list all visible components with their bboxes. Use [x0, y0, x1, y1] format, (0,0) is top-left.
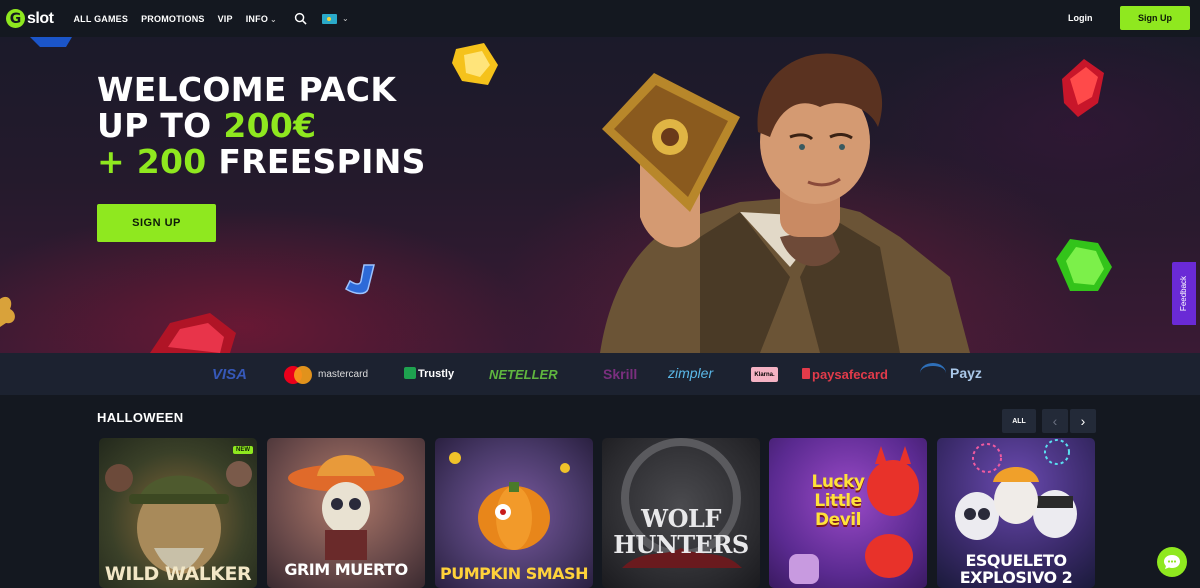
game-card-wild-walker[interactable]: NEW WILD WALKER — [99, 438, 257, 588]
zimpler-logo: zimpler — [668, 365, 714, 381]
game-card-pumpkin-smash[interactable]: PUMPKIN SMASH — [435, 438, 593, 588]
signup-button-header[interactable]: Sign Up — [1120, 6, 1190, 30]
nav-info-label: INFO — [245, 13, 269, 24]
kazakhstan-flag-icon — [321, 13, 337, 24]
headline-freespins-label: FREESPINS — [206, 142, 426, 181]
logo-text: slot — [27, 9, 54, 27]
site-logo[interactable]: G slot — [6, 9, 54, 28]
headline-line-1: WELCOME PACK — [97, 70, 397, 109]
explorer-character-illustration — [600, 53, 970, 353]
game-card-grim-muerto[interactable]: GRIM MUERTO — [267, 438, 425, 588]
feedback-tab[interactable]: Feedback — [1172, 262, 1196, 325]
paysafecard-logo: paysafecard — [812, 367, 888, 382]
headline-line-2: UP TO 200€ — [97, 108, 426, 144]
klarna-logo: Klarna. — [751, 367, 778, 382]
live-chat-button[interactable] — [1157, 547, 1187, 577]
logo-g-icon: G — [6, 9, 25, 28]
headline-line-3: + 200 FREESPINS — [97, 144, 426, 180]
carousel-prev-button[interactable]: ‹ — [1042, 409, 1068, 433]
hero-signup-button[interactable]: SIGN UP — [97, 204, 216, 242]
paysafecard-lock-icon — [802, 368, 810, 379]
language-selector[interactable]: ⌄ — [321, 13, 349, 24]
payment-methods-bar: VISA mastercard Trustly NETELLER Skrill … — [0, 353, 1200, 395]
game-title: WOLF HUNTERS — [613, 504, 749, 559]
game-title: GRIM MUERTO — [284, 560, 408, 579]
feedback-label: Feedback — [1179, 275, 1189, 312]
red-gem-icon — [1062, 59, 1104, 117]
mastercard-logo: mastercard — [318, 369, 369, 380]
yellow-gem-icon — [452, 43, 498, 85]
nav-vip[interactable]: VIP — [218, 14, 233, 24]
game-title: ESQUELETO EXPLOSIVO 2 — [959, 551, 1073, 587]
section-title-halloween: HALLOWEEN — [97, 410, 184, 425]
red-gem-bottom-icon — [150, 313, 236, 353]
view-all-button[interactable]: ALL — [1002, 409, 1036, 433]
visa-logo: VISA — [212, 366, 248, 383]
neteller-logo: NETELLER — [489, 367, 558, 382]
gold-symbol-left-icon — [0, 296, 15, 327]
carousel-next-button[interactable]: › — [1070, 409, 1096, 433]
chevron-down-icon: ⌄ — [270, 14, 277, 24]
main-nav: ALL GAMES PROMOTIONS VIP INFO ⌄ ⌄ — [73, 12, 349, 25]
blue-card-symbol-icon — [345, 264, 375, 295]
book-of-dead-card-icon — [602, 73, 740, 212]
hero-headline: WELCOME PACK UP TO 200€ + 200 FREESPINS — [97, 72, 426, 180]
nav-info[interactable]: INFO ⌄ — [246, 14, 277, 24]
game-title: PUMPKIN SMASH — [440, 564, 588, 583]
game-title: WILD WALKER — [104, 563, 252, 585]
nav-all-games[interactable]: ALL GAMES — [73, 14, 128, 24]
mastercard-icon — [284, 366, 312, 384]
blue-gem-corner-icon — [30, 37, 72, 47]
green-gem-icon — [1056, 239, 1112, 291]
new-badge: NEW — [233, 446, 253, 454]
game-card-wolf-hunters[interactable]: WOLF HUNTERS — [602, 438, 760, 588]
login-link[interactable]: Login — [1068, 13, 1093, 23]
hero-banner: WELCOME PACK UP TO 200€ + 200 FREESPINS … — [0, 37, 1200, 353]
headline-bonus-amount: 200€ — [223, 106, 317, 145]
search-icon[interactable] — [294, 12, 307, 25]
payz-logo: Payz — [950, 365, 982, 381]
payz-arc-icon — [920, 363, 946, 383]
skrill-logo: Skrill — [603, 366, 638, 382]
game-title: Lucky Little Devil — [811, 472, 865, 530]
trustly-icon — [404, 367, 416, 379]
chevron-down-icon: ⌄ — [341, 14, 349, 23]
game-card-esqueleto-explosivo-2[interactable]: ESQUELETO EXPLOSIVO 2 — [937, 438, 1095, 588]
nav-promotions[interactable]: PROMOTIONS — [141, 14, 205, 24]
headline-freespins-count: + 200 — [97, 142, 207, 181]
headline-up-to: UP TO — [97, 106, 224, 145]
chat-bubble-icon — [1164, 555, 1180, 569]
top-navigation-bar: G slot ALL GAMES PROMOTIONS VIP INFO ⌄ ⌄ … — [0, 0, 1200, 37]
trustly-logo: Trustly — [418, 368, 455, 380]
game-card-lucky-little-devil[interactable]: Lucky Little Devil — [769, 438, 927, 588]
